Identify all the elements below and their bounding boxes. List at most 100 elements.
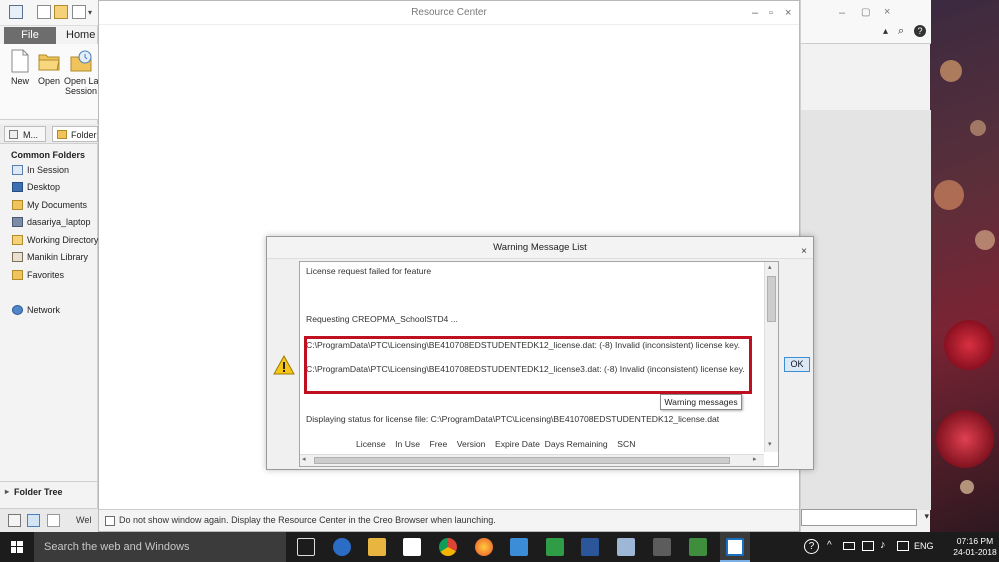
chevron-down-icon[interactable]: ▾ (924, 511, 929, 522)
windows-icon[interactable] (72, 5, 86, 19)
network-icon (12, 305, 23, 315)
chevron-right-icon: ▸ (5, 487, 10, 496)
in-session-icon (12, 165, 23, 175)
taskbar: Search the web and Windows ? ^ ♪ ENG 07:… (0, 532, 999, 562)
chevron-down-icon[interactable]: ▾ (88, 8, 92, 17)
scroll-down-icon[interactable]: ▾ (768, 440, 772, 448)
minimize-icon[interactable]: – (752, 6, 758, 20)
common-folders-heading: Common Folders (11, 150, 86, 160)
status-table-header: License In Use Free Version Expire Date … (356, 439, 636, 449)
full-screen-icon[interactable] (47, 514, 60, 527)
windows-start-icon[interactable] (0, 532, 34, 562)
folder-item-label: Manikin Library (27, 252, 89, 262)
warning-message-dialog: Warning Message List × License request f… (266, 236, 814, 470)
close-icon[interactable]: × (801, 241, 807, 263)
notifications-icon[interactable] (897, 541, 909, 551)
tab-folder-label: Folder (71, 130, 97, 140)
new-button[interactable]: New (8, 49, 32, 86)
maximize-icon[interactable]: ▢ (861, 7, 870, 18)
search-icon[interactable]: ⌕ (898, 25, 904, 38)
tab-home[interactable]: Home (66, 27, 98, 44)
help-icon[interactable]: ? (804, 539, 819, 554)
new-document-icon (11, 49, 29, 73)
new-file-icon[interactable] (37, 5, 51, 19)
resource-center-title-text: Resource Center (411, 7, 487, 18)
language-indicator[interactable]: ENG (914, 541, 934, 551)
scroll-left-icon[interactable]: ◂ (302, 455, 306, 463)
taskbar-search-input[interactable]: Search the web and Windows (34, 532, 286, 562)
folder-item-network[interactable]: Network (12, 303, 60, 317)
tab-folder-browser[interactable]: Folder (52, 126, 98, 142)
tab-file[interactable]: File (4, 27, 56, 44)
scrollbar-thumb[interactable] (314, 457, 730, 464)
folder-icon (57, 130, 67, 139)
folder-item-favorites[interactable]: Favorites (12, 268, 64, 282)
chevron-up-icon[interactable]: ▴ (883, 26, 888, 37)
tab-model-tree[interactable]: M... (4, 126, 46, 142)
quick-access-toolbar: ▾ (0, 0, 98, 26)
ribbon: New Open Open La Session (0, 44, 99, 120)
clock-time: 07:16 PM (956, 536, 994, 546)
scrollbar-thumb[interactable] (767, 276, 776, 322)
open-last-session-button[interactable]: Open La Session (64, 49, 99, 96)
graphics-area (801, 110, 931, 510)
tab-model-tree-label: M... (23, 130, 38, 140)
calculator-icon[interactable] (653, 538, 671, 556)
firefox-icon[interactable] (475, 538, 493, 556)
folder-item-in-session[interactable]: In Session (12, 163, 69, 177)
open-button[interactable]: Open (36, 49, 62, 86)
photos-icon[interactable] (510, 538, 528, 556)
chevron-up-icon[interactable]: ^ (827, 540, 832, 551)
dont-show-again-checkbox[interactable] (105, 516, 115, 526)
clock-date: 24-01-2018 (953, 547, 997, 557)
navigator-toggle-icon[interactable] (8, 514, 21, 527)
minimize-icon[interactable]: – (839, 7, 845, 19)
store-icon[interactable] (403, 538, 421, 556)
evernote-icon[interactable] (689, 538, 707, 556)
close-icon[interactable]: × (884, 6, 890, 18)
browser-toggle-icon[interactable] (27, 514, 40, 527)
horizontal-scrollbar[interactable]: ◂ ▸ (300, 454, 764, 466)
open-folder-icon[interactable] (54, 5, 68, 19)
navigator-tabs: M... Folder (0, 124, 98, 144)
word-icon[interactable] (581, 538, 599, 556)
folder-item-computer[interactable]: dasariya_laptop (12, 215, 91, 229)
bokeh-light (960, 480, 974, 494)
creo-main-window: ▾ File Home New Open Open La Session M..… (0, 0, 99, 532)
scroll-right-icon[interactable]: ▸ (753, 455, 757, 463)
taskbar-clock[interactable]: 07:16 PM 24-01-2018 (952, 536, 998, 558)
folder-item-my-documents[interactable]: My Documents (12, 198, 87, 212)
volume-icon[interactable]: ♪ (880, 539, 886, 551)
welcome-tab[interactable]: Wel (76, 515, 91, 525)
folder-item-manikin-library[interactable]: Manikin Library (12, 250, 88, 264)
red-ornament (936, 410, 994, 468)
vertical-scrollbar[interactable]: ▴ ▾ (764, 262, 778, 452)
creo-launcher-icon[interactable] (546, 538, 564, 556)
desktop-icon (12, 182, 23, 192)
filter-dropdown[interactable]: ▾ (801, 509, 929, 526)
maximize-icon[interactable]: ▫ (769, 6, 773, 20)
favorites-icon (12, 270, 23, 280)
app-menu-icon[interactable] (9, 5, 23, 19)
network-status-icon[interactable] (862, 541, 874, 551)
ok-button[interactable]: OK (784, 357, 810, 372)
open-last-session-label: Open La (64, 76, 99, 86)
folder-item-desktop[interactable]: Desktop (12, 180, 60, 194)
folder-item-working-directory[interactable]: Working Directory (12, 233, 98, 247)
help-icon[interactable]: ? (914, 25, 926, 37)
task-view-icon[interactable] (297, 538, 315, 556)
warning-message-list[interactable]: License request failed for feature Reque… (299, 261, 779, 467)
scroll-up-icon[interactable]: ▴ (768, 263, 772, 271)
resource-center-footer: Do not show window again. Display the Re… (99, 509, 799, 531)
notes-icon[interactable] (617, 538, 635, 556)
active-app-highlight[interactable] (720, 532, 750, 562)
open-button-label: Open (37, 76, 61, 86)
battery-icon[interactable] (843, 542, 855, 550)
message-line: Displaying status for license file: C:\P… (306, 414, 720, 424)
chrome-icon[interactable] (439, 538, 457, 556)
file-explorer-icon[interactable] (368, 538, 386, 556)
close-icon[interactable]: × (785, 6, 791, 20)
folder-tree-toggle[interactable]: ▸ Folder Tree (0, 481, 98, 501)
edge-icon[interactable] (333, 538, 351, 556)
open-last-session-label-2: Session (64, 86, 98, 96)
